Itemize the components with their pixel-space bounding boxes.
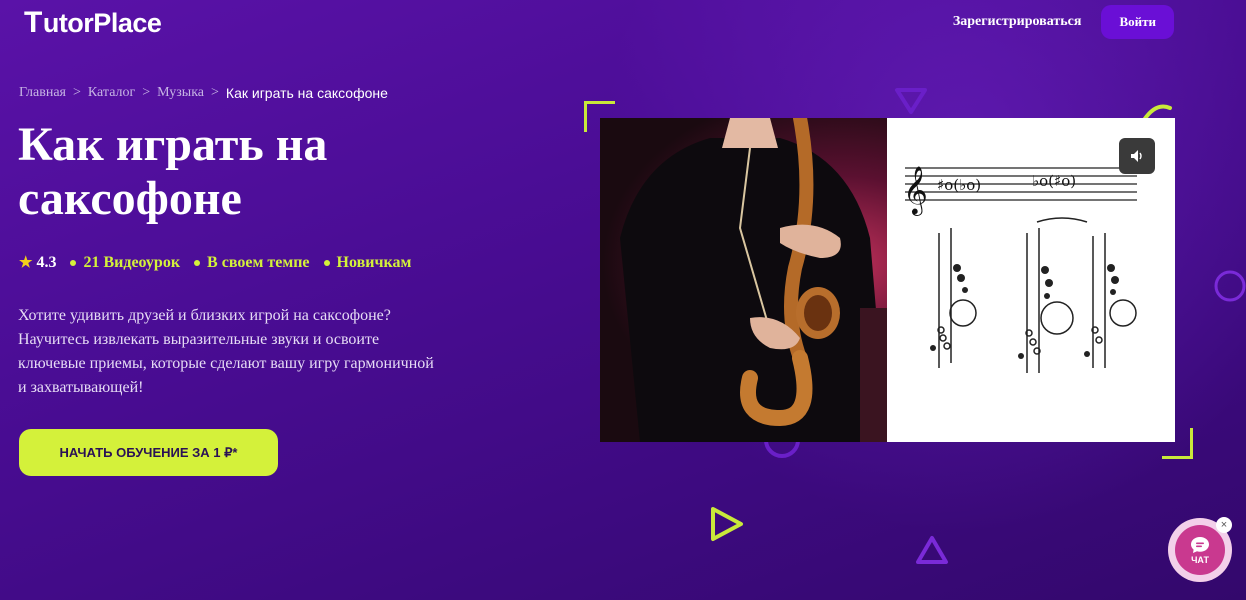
bullet-dot-icon [194,259,201,266]
page-title: Как играть на саксофоне [18,118,328,225]
header-actions: Зарегистрироваться Войти [953,5,1174,39]
tutorplace-logo[interactable]: TutorPlace [24,6,162,40]
chat-bubble: ЧАТ [1175,525,1225,575]
circle-outline-decoration [1214,270,1246,302]
course-video[interactable]: 𝄞 ♯o(♭o) ♭o(♯o) [600,118,1175,442]
speaker-icon [1131,150,1142,162]
breadcrumb-separator: > [142,85,151,100]
login-button[interactable]: Войти [1101,5,1174,39]
svg-text:♭o(♯o): ♭o(♯o) [1032,172,1076,190]
course-description: Хотите удивить друзей и близких игрой на… [18,307,434,396]
star-icon: ★ [19,255,33,271]
rating: ★ 4.3 [19,253,56,272]
course-meta: ★ 4.3 21 Видеоурок В своем темпе Новичка… [19,253,411,272]
breadcrumb-separator: > [211,85,219,100]
svg-text:♯o(♭o): ♯o(♭o) [937,176,981,194]
breadcrumb-current: Как играть на саксофоне [225,85,388,101]
breadcrumb-item-music[interactable]: Музыка [157,85,204,101]
mute-button[interactable] [1119,138,1155,174]
meta-lessons: 21 Видеоурок [70,254,180,272]
logo-text: utorPlace [42,7,162,38]
chat-icon [1191,536,1209,553]
svg-text:𝄞: 𝄞 [903,165,928,216]
saxophone-player-image [600,118,887,442]
triangle-outline-decoration [895,88,927,114]
meta-level: Новичкам [323,253,412,272]
logo-mark: T [24,6,42,39]
meta-level-label: Новичкам [336,253,412,271]
saxophone-player-illustration [620,118,887,442]
breadcrumb-separator: > [73,85,81,100]
bullet-dot-icon [70,259,77,266]
breadcrumb: Главная > Каталог > Музыка > Как играть … [19,85,388,101]
breadcrumb-item-catalog[interactable]: Каталог [88,85,135,101]
register-link[interactable]: Зарегистрироваться [953,14,1082,30]
meta-pace-label: В своем темпе [207,253,310,271]
start-learning-button[interactable]: НАЧАТЬ ОБУЧЕНИЕ ЗА 1 ₽* [19,429,278,476]
chat-close-button[interactable]: × [1216,517,1232,533]
chat-label: ЧАТ [1191,554,1209,565]
breadcrumb-item-home[interactable]: Главная [19,85,66,101]
triangle-outline-decoration [916,536,948,564]
play-triangle-outline-decoration [711,507,743,541]
meta-pace: В своем темпе [194,253,310,272]
meta-lessons-label: 21 Видеоурок [83,253,181,271]
bullet-dot-icon [323,259,330,266]
rating-value: 4.3 [36,253,57,271]
